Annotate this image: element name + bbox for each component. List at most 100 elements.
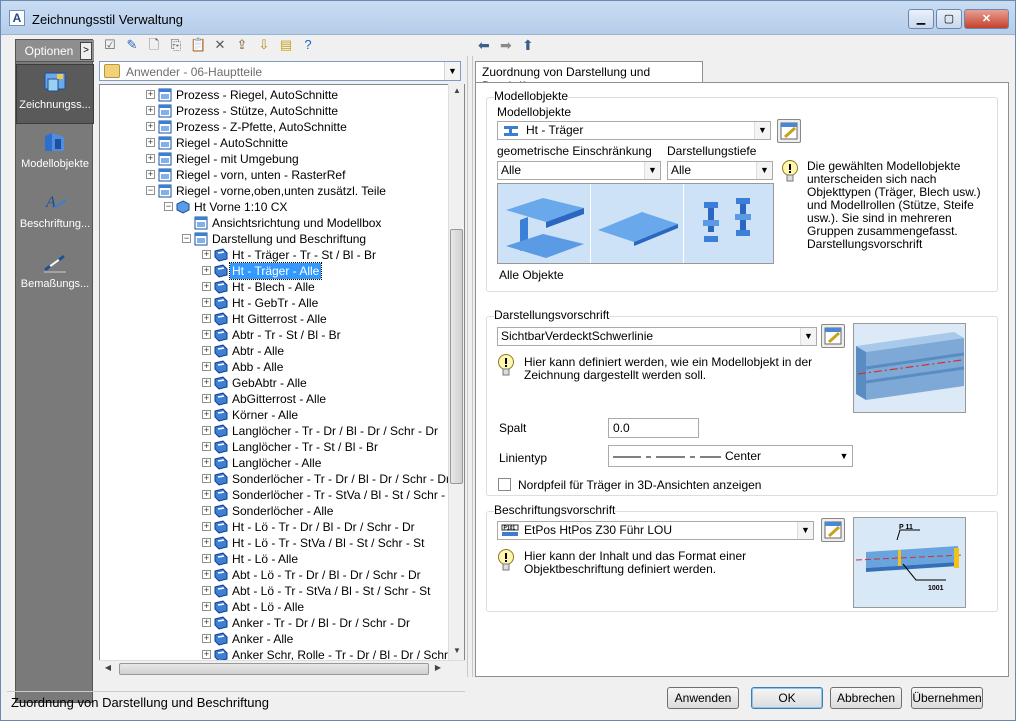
expand-toggle-icon[interactable]: + xyxy=(202,554,211,563)
tree-row[interactable]: − Ht Vorne 1:10 CX xyxy=(100,199,464,215)
tree-row[interactable]: + Ht - GebTr - Alle xyxy=(100,295,464,311)
folder-settings-icon[interactable]: ▤ xyxy=(278,37,294,53)
expand-toggle-icon[interactable]: + xyxy=(146,138,155,147)
paste-icon[interactable]: 📋 xyxy=(190,37,206,53)
ok-button[interactable]: OK xyxy=(751,687,823,709)
style-path-combo[interactable]: Anwender - 06-Hauptteile ▼ xyxy=(99,61,461,81)
tree-row[interactable]: + Ht - Lö - Tr - StVa / Bl - St / Schr - … xyxy=(100,535,464,551)
forward-arrow-icon[interactable]: ➡ xyxy=(500,37,512,54)
expand-toggle-icon[interactable]: + xyxy=(202,314,211,323)
take-over-button[interactable]: Übernehmen xyxy=(911,687,983,709)
expand-toggle-icon[interactable]: + xyxy=(202,538,211,547)
tree-row[interactable]: − Darstellung und Beschriftung xyxy=(100,231,464,247)
nav-item-labeling[interactable]: A Beschriftung... xyxy=(16,184,94,244)
tree-row[interactable]: + Abtr - Alle xyxy=(100,343,464,359)
chevron-down-icon[interactable]: ▼ xyxy=(444,62,460,80)
title-bar[interactable]: A Zeichnungsstil Verwaltung ▁ ▢ ✕ xyxy=(1,1,1015,35)
maximize-button[interactable]: ▢ xyxy=(936,9,962,29)
tab-darstellung-beschriftung[interactable]: Zuordnung von Darstellung und Beschriftu… xyxy=(475,61,703,93)
tree-row[interactable]: + Abt - Lö - Tr - Dr / Bl - Dr / Schr - D… xyxy=(100,567,464,583)
cancel-button[interactable]: Abbrechen xyxy=(830,687,902,709)
chevron-down-icon[interactable]: ▼ xyxy=(754,122,770,139)
tree-row[interactable]: + GebAbtr - Alle xyxy=(100,375,464,391)
tree-row[interactable]: + Langlöcher - Tr - Dr / Bl - Dr / Schr -… xyxy=(100,423,464,439)
scroll-down-icon[interactable]: ▼ xyxy=(450,646,464,655)
horizontal-scroll-thumb[interactable] xyxy=(119,663,429,675)
expand-toggle-icon[interactable]: + xyxy=(202,506,211,515)
expand-toggle-icon[interactable]: + xyxy=(202,650,211,659)
tree-row[interactable]: + Langlöcher - Alle xyxy=(100,455,464,471)
tree-row[interactable]: + Abt - Lö - Tr - StVa / Bl - St / Schr -… xyxy=(100,583,464,599)
copy-icon[interactable]: ⎘ xyxy=(168,37,184,53)
tree-row[interactable]: + Ht Gitterrost - Alle xyxy=(100,311,464,327)
tree-vertical-scrollbar[interactable]: ▲ ▼ xyxy=(448,84,464,660)
tree-row[interactable]: + Sonderlöcher - Tr - StVa / Bl - St / Sc… xyxy=(100,487,464,503)
tree-row[interactable]: + Prozess - Stütze, AutoSchnitte xyxy=(100,103,464,119)
tree-row[interactable]: + Abb - Alle xyxy=(100,359,464,375)
nav-item-model-objects[interactable]: Modellobjekte xyxy=(16,124,94,184)
vertical-scroll-thumb[interactable] xyxy=(450,229,463,484)
tree-row[interactable]: − Riegel - vorne,oben,unten zusätzl. Teil… xyxy=(100,183,464,199)
help-icon[interactable]: ? xyxy=(300,37,316,53)
tree-row[interactable]: + Sonderlöcher - Tr - Dr / Bl - Dr / Schr… xyxy=(100,471,464,487)
nordpfeil-checkbox[interactable] xyxy=(498,478,511,491)
expand-toggle-icon[interactable]: + xyxy=(202,378,211,387)
expand-toggle-icon[interactable]: + xyxy=(202,362,211,371)
delete-icon[interactable]: ✕ xyxy=(212,37,228,53)
expand-toggle-icon[interactable]: − xyxy=(146,186,155,195)
expand-toggle-icon[interactable]: + xyxy=(202,394,211,403)
options-label[interactable]: Optionen xyxy=(20,44,78,60)
tree-row[interactable]: + Anker - Tr - Dr / Bl - Dr / Schr - Dr xyxy=(100,615,464,631)
minimize-button[interactable]: ▁ xyxy=(908,9,934,29)
display-depth-combo[interactable]: Alle ▼ xyxy=(667,161,773,180)
expand-toggle-icon[interactable]: + xyxy=(202,426,211,435)
expand-toggle-icon[interactable]: + xyxy=(146,106,155,115)
tree-row[interactable]: +Ansichtsrichtung und Modellbox xyxy=(100,215,464,231)
expand-toggle-icon[interactable]: + xyxy=(146,122,155,131)
chevron-down-icon[interactable]: ▼ xyxy=(800,328,816,345)
geo-restriction-combo[interactable]: Alle ▼ xyxy=(497,161,661,180)
tree-row[interactable]: + Sonderlöcher - Alle xyxy=(100,503,464,519)
expand-toggle-icon[interactable]: + xyxy=(202,634,211,643)
expand-toggle-icon[interactable]: + xyxy=(202,490,211,499)
tree-row[interactable]: + Riegel - mit Umgebung xyxy=(100,151,464,167)
edit-style-icon[interactable]: ✎ xyxy=(124,37,140,53)
tree-row[interactable]: + Riegel - vorn, unten - RasterRef xyxy=(100,167,464,183)
expand-toggle-icon[interactable]: + xyxy=(146,90,155,99)
darstellung-combo[interactable]: SichtbarVerdecktSchwerlinie ▼ xyxy=(497,327,817,346)
tree-row[interactable]: + Ht - Blech - Alle xyxy=(100,279,464,295)
chevron-down-icon[interactable]: ▼ xyxy=(644,162,660,179)
tree-row[interactable]: + Abtr - Tr - St / Bl - Br xyxy=(100,327,464,343)
close-button[interactable]: ✕ xyxy=(964,9,1009,29)
style-tree[interactable]: + Prozess - Riegel, AutoSchnitte + Prozess … xyxy=(99,84,465,677)
import-icon[interactable]: ⇩ xyxy=(256,37,272,53)
expand-toggle-icon[interactable]: + xyxy=(202,570,211,579)
edit-modellobjekte-button[interactable] xyxy=(777,119,801,143)
tree-row[interactable]: + Körner - Alle xyxy=(100,407,464,423)
expand-toggle-icon[interactable]: + xyxy=(202,474,211,483)
tree-row[interactable]: + Ht - Träger - Tr - St / Bl - Br xyxy=(100,247,464,263)
tree-row[interactable]: + Prozess - Riegel, AutoSchnitte xyxy=(100,87,464,103)
linientyp-combo[interactable]: Center ▼ xyxy=(608,445,853,467)
tree-row[interactable]: + AbGitterrost - Alle xyxy=(100,391,464,407)
chevron-down-icon[interactable]: ▼ xyxy=(797,522,813,539)
modellobjekte-combo[interactable]: Ht - Träger ▼ xyxy=(497,121,771,140)
tree-row[interactable]: + Abt - Lö - Alle xyxy=(100,599,464,615)
export-icon[interactable]: ⇪ xyxy=(234,37,250,53)
expand-toggle-icon[interactable]: − xyxy=(182,234,191,243)
edit-beschriftung-button[interactable] xyxy=(821,518,845,542)
expand-toggle-icon[interactable]: + xyxy=(202,330,211,339)
nav-item-dimension[interactable]: Bemaßungs... xyxy=(16,244,94,304)
edit-darstellung-button[interactable] xyxy=(821,324,845,348)
beschriftung-combo[interactable]: P101 EtPos HtPos Z30 Führ LOU ▼ xyxy=(497,521,814,540)
expand-toggle-icon[interactable]: + xyxy=(202,442,211,451)
up-arrow-icon[interactable]: ⬆ xyxy=(522,37,534,54)
expand-toggle-icon[interactable]: + xyxy=(202,602,211,611)
chevron-down-icon[interactable]: ▼ xyxy=(836,446,852,466)
tree-row[interactable]: + Anker - Alle xyxy=(100,631,464,647)
back-arrow-icon[interactable]: ⬅ xyxy=(478,37,490,54)
tree-row[interactable]: + Ht - Träger - Alle xyxy=(100,262,464,280)
scroll-right-icon[interactable]: ▶ xyxy=(431,663,445,672)
tree-row[interactable]: + Ht - Lö - Alle xyxy=(100,551,464,567)
chevron-down-icon[interactable]: ▼ xyxy=(756,162,772,179)
